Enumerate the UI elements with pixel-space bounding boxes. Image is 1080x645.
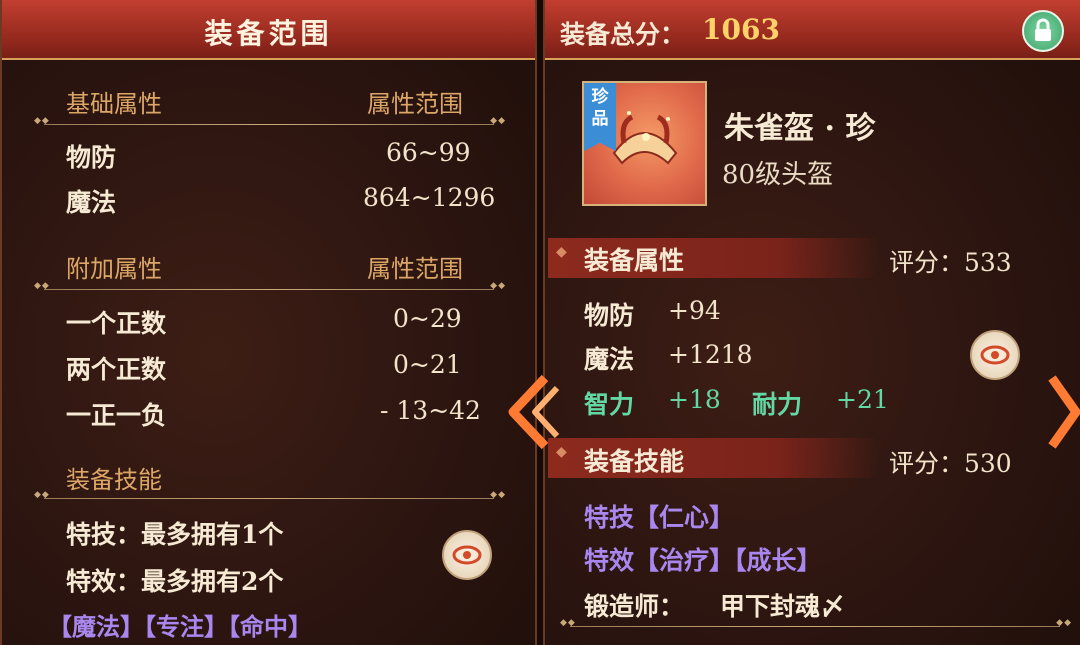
bonus-value: +18 [668, 385, 721, 414]
chevron-left-icon[interactable] [505, 372, 563, 452]
attr-value: +1218 [668, 340, 753, 369]
total-score-label: 装备总分： [560, 20, 686, 49]
extra-stat-name: 一正一负 [66, 401, 167, 430]
extra-stat-range: 0~21 [393, 350, 462, 379]
eye-icon [452, 545, 482, 565]
skill-header: 装备技能 [66, 466, 162, 494]
panel-title: 装备范围 [204, 17, 333, 50]
total-score-value: 1063 [702, 13, 780, 46]
bonus-name: 耐力 [752, 390, 803, 419]
skill-line: 特技：最多拥有1个 [66, 520, 284, 549]
preview-eye-button[interactable] [970, 330, 1020, 380]
smith-name: 甲下封魂〆 [720, 592, 846, 621]
divider [560, 618, 1072, 628]
skill-line: 特效【治疗】【成长】 [584, 546, 822, 575]
bonus-name: 智力 [584, 390, 635, 419]
base-attr-header: 基础属性 [66, 90, 162, 118]
skill-tags: 【魔法】【专注】【命中】 [48, 612, 312, 641]
attr-value: +94 [668, 296, 721, 325]
skill-score: 评分：530 [889, 449, 1012, 478]
base-range-header: 属性范围 [367, 90, 463, 118]
extra-stat-range: 0~29 [393, 304, 462, 333]
item-level-type: 80级头盔 [722, 160, 834, 190]
divider [34, 281, 506, 291]
left-header-bar: 装备范围 [2, 0, 535, 60]
base-stat-name: 魔法 [66, 188, 117, 217]
bonus-value: +21 [836, 385, 889, 414]
attr-score: 评分：533 [889, 248, 1012, 277]
attr-name: 魔法 [584, 345, 635, 374]
base-stat-name: 物防 [66, 143, 117, 172]
item-name: 朱雀盔 · 珍 [724, 111, 876, 146]
rarity-tag: 珍品 [584, 83, 616, 151]
lock-icon [1035, 18, 1051, 41]
lock-button[interactable] [1022, 10, 1064, 52]
extra-attr-header: 附加属性 [66, 255, 162, 283]
attr-section-title: 装备属性 [584, 246, 685, 275]
eye-icon [980, 345, 1010, 365]
attr-name: 物防 [584, 301, 635, 330]
extra-stat-name: 一个正数 [66, 309, 167, 338]
extra-stat-name: 两个正数 [66, 355, 167, 384]
chevron-right-icon[interactable] [1046, 372, 1080, 452]
diamond-bullet: ◆ [556, 244, 567, 260]
skill-line: 特效：最多拥有2个 [66, 567, 284, 596]
divider [34, 490, 506, 500]
smith-label: 锻造师： [584, 592, 685, 621]
base-stat-range: 864~1296 [363, 183, 496, 212]
preview-eye-button[interactable] [442, 530, 492, 580]
extra-range-header: 属性范围 [367, 255, 463, 283]
extra-stat-range: - 13~42 [380, 396, 481, 425]
skill-section-title: 装备技能 [584, 447, 685, 476]
skill-line: 特技【仁心】 [584, 503, 735, 532]
divider [34, 116, 506, 126]
base-stat-range: 66~99 [386, 138, 471, 167]
item-icon[interactable]: 珍品 [582, 81, 707, 206]
equipment-range-panel: 装备范围 基础属性 属性范围 物防 66~99 魔法 864~1296 附加属性… [0, 0, 537, 645]
